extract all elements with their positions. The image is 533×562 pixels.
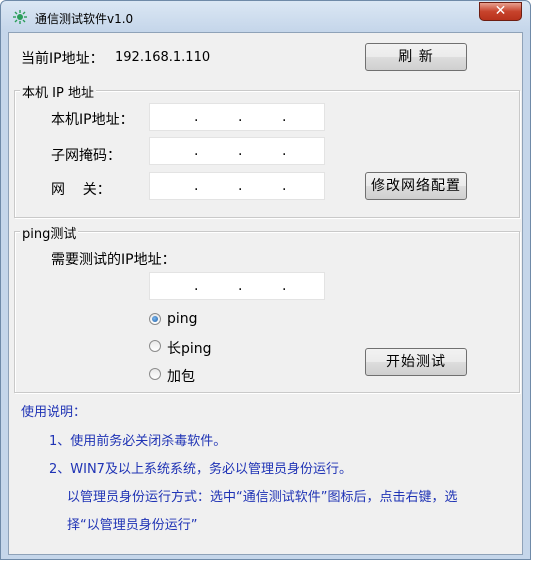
close-icon: ✕: [494, 3, 507, 19]
gateway-label: 网 关：: [51, 182, 111, 198]
ip-dot: .: [282, 278, 287, 294]
radio-ping-label: ping: [167, 311, 198, 327]
app-window: 通信测试软件v1.0 ✕ 当前IP地址： 192.168.1.110 刷 新 本…: [0, 0, 531, 560]
local-ip-label: 本机IP地址：: [51, 112, 134, 128]
target-ip-input[interactable]: . . .: [149, 272, 325, 300]
usage-line-1: 1、使用前务必关闭杀毒软件。: [49, 434, 227, 449]
ip-dot: .: [238, 109, 243, 125]
modify-network-button[interactable]: 修改网络配置: [365, 172, 467, 200]
window-title: 通信测试软件v1.0: [35, 12, 134, 26]
ip-dot: .: [194, 278, 199, 294]
current-ip-label: 当前IP地址：: [21, 51, 104, 67]
ip-dot: .: [238, 178, 243, 194]
usage-line-3: 以管理员身份运行方式：选中“通信测试软件”图标后，点击右键，选: [67, 490, 458, 505]
radio-button-checked[interactable]: [149, 313, 161, 325]
local-ip-group-title: 本机 IP 地址: [20, 82, 96, 101]
current-ip-value: 192.168.1.110: [115, 50, 211, 65]
ip-dot: .: [194, 178, 199, 194]
ip-dot: .: [194, 109, 199, 125]
client-area: 当前IP地址： 192.168.1.110 刷 新 本机 IP 地址 本机IP地…: [8, 32, 523, 555]
subnet-mask-label: 子网掩码：: [51, 148, 121, 164]
local-ip-input[interactable]: . . .: [149, 103, 325, 131]
close-button[interactable]: ✕: [479, 2, 522, 21]
usage-heading: 使用说明：: [21, 405, 87, 420]
radio-add-packet-label: 加包: [167, 369, 195, 385]
ping-test-group-title: ping测试: [20, 223, 79, 242]
ip-dot: .: [282, 143, 287, 159]
ip-dot: .: [282, 109, 287, 125]
ip-dot: .: [194, 143, 199, 159]
radio-long-ping-label: 长ping: [167, 341, 212, 357]
gateway-input[interactable]: . . .: [149, 172, 325, 200]
ip-dot: .: [238, 143, 243, 159]
radio-button[interactable]: [149, 340, 161, 352]
radio-button[interactable]: [149, 368, 161, 380]
app-icon: [13, 10, 27, 24]
start-test-button[interactable]: 开始测试: [365, 348, 467, 376]
ip-dot: .: [282, 178, 287, 194]
usage-line-2: 2、WIN7及以上系统系统，务必以管理员身份运行。: [49, 462, 352, 477]
target-ip-label: 需要测试的IP地址：: [51, 252, 176, 268]
ip-dot: .: [238, 278, 243, 294]
subnet-mask-input[interactable]: . . .: [149, 137, 325, 165]
usage-line-4: 择“以管理员身份运行”: [67, 518, 198, 533]
title-bar[interactable]: 通信测试软件v1.0 ✕: [1, 1, 530, 33]
refresh-button[interactable]: 刷 新: [365, 43, 467, 71]
